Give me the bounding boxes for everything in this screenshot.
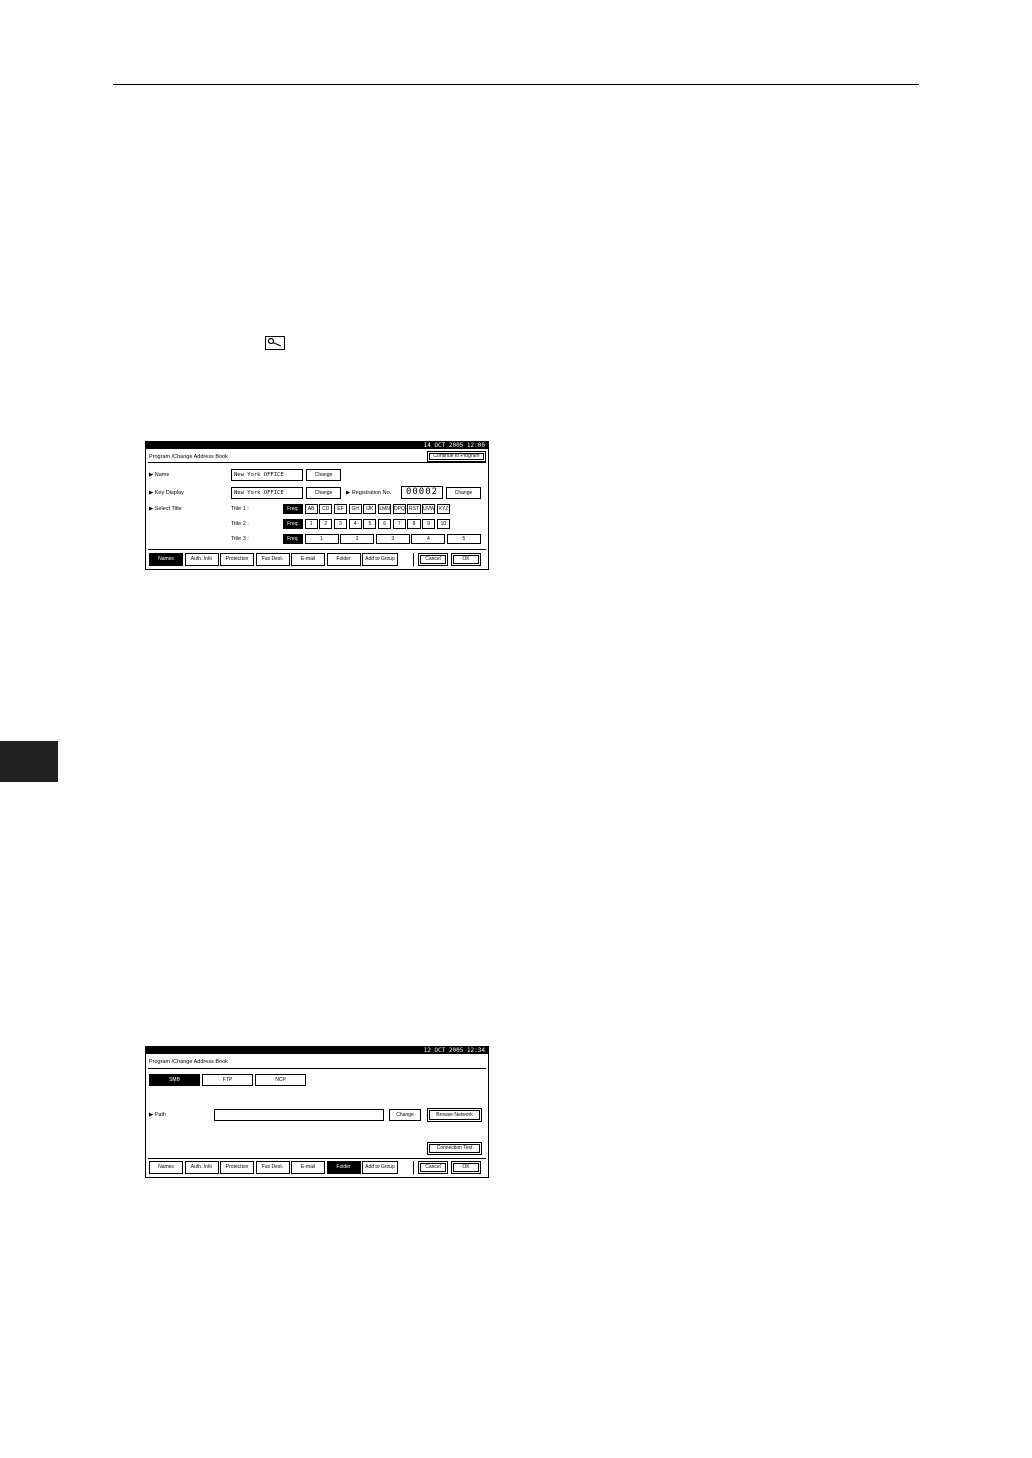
tab-separator (413, 1161, 414, 1174)
name-change-button[interactable]: Change (306, 469, 341, 481)
title-3-key-freq[interactable]: Freq. (283, 534, 303, 544)
datetime-bar: 12 OCT 2005 12:34 (146, 1047, 488, 1054)
tab-folder[interactable]: Folder (326, 553, 361, 566)
tab-add-to-group[interactable]: Add to Group (362, 553, 398, 566)
tab-e-mail[interactable]: E-mail (291, 553, 325, 566)
title-1-key-lmn[interactable]: LMN (378, 504, 392, 514)
connection-test-button[interactable]: Connection Test (427, 1142, 482, 1155)
title-3-key-5[interactable]: 5 (446, 534, 481, 544)
ok-button[interactable]: OK (451, 553, 481, 566)
title-1-key-cd[interactable]: CD (319, 504, 333, 514)
title-2-key-5[interactable]: 5 (363, 519, 377, 529)
ok-button[interactable]: OK (451, 1161, 481, 1174)
key-display-field[interactable]: New York OFFICE (231, 487, 303, 499)
header-rule (113, 84, 919, 85)
registration-no-label: ▶ Registration No. (346, 490, 392, 496)
chapter-tab (0, 741, 58, 782)
path-change-button[interactable]: Change (389, 1109, 421, 1121)
title-2-key-4[interactable]: 4 (348, 519, 362, 529)
title-2-key-9[interactable]: 9 (422, 519, 436, 529)
tab-divider (148, 1158, 486, 1159)
title-2-key-8[interactable]: 8 (407, 519, 421, 529)
browse-network-button[interactable]: Browse Network (427, 1108, 482, 1122)
tab-auth-info[interactable]: Auth. Info (184, 553, 219, 566)
title-2-key-freq[interactable]: Freq. (283, 519, 303, 529)
path-field[interactable] (214, 1109, 384, 1121)
tab-auth-info[interactable]: Auth. Info (184, 1161, 219, 1174)
title-1-key-ab[interactable]: AB (304, 504, 318, 514)
title-divider (148, 1068, 486, 1069)
tab-folder[interactable]: Folder (326, 1161, 361, 1174)
title-1-key-ef[interactable]: EF (333, 504, 348, 514)
path-label: ▶ Path (149, 1112, 167, 1118)
title-1-key-opq[interactable]: OPQ (392, 504, 406, 514)
title-1-key-uvw[interactable]: UVW (422, 504, 436, 514)
cancel-button[interactable]: Cancel (418, 553, 448, 566)
title-3-key-4[interactable]: 4 (411, 534, 446, 544)
screen-title: Program /Change Address Book (149, 1059, 228, 1065)
title-1-label: Title 1 : (231, 506, 249, 512)
tab-fax-dest[interactable]: Fax Dest. (255, 553, 290, 566)
name-label: ▶ Name (149, 472, 170, 478)
select-title-label: ▶ Select Title (149, 506, 182, 512)
title-3-key-3[interactable]: 3 (375, 534, 410, 544)
title-2-key-1[interactable]: 1 (304, 519, 318, 529)
registration-no-display: 00002 (401, 486, 443, 499)
title-3-key-1[interactable]: 1 (304, 534, 339, 544)
tab-add-to-group[interactable]: Add to Group (362, 1161, 398, 1174)
title-1-key-freq[interactable]: Freq. (283, 504, 303, 514)
title-2-key-6[interactable]: 6 (378, 519, 392, 529)
tab-protection[interactable]: Protection (220, 553, 254, 566)
cancel-button[interactable]: Cancel (418, 1161, 448, 1174)
title-1-key-xyz[interactable]: XYZ (436, 504, 450, 514)
key-display-label: ▶ Key Display (149, 490, 184, 496)
datetime-bar: 14 OCT 2005 12:00 (146, 442, 488, 449)
tab-names[interactable]: Names (149, 1161, 183, 1174)
continue-to-program-button[interactable]: Continue to Program (427, 451, 486, 462)
title-2-key-7[interactable]: 7 (392, 519, 406, 529)
tab-e-mail[interactable]: E-mail (291, 1161, 325, 1174)
protocol-ftp[interactable]: FTP (202, 1074, 253, 1086)
tab-fax-dest[interactable]: Fax Dest. (255, 1161, 290, 1174)
title-2-label: Title 2 : (231, 521, 249, 527)
screen-title: Program /Change Address Book (149, 454, 228, 460)
registration-no-change-button[interactable]: Change (446, 487, 481, 499)
title-3-label: Title 3 : (231, 536, 249, 542)
title-3-key-2[interactable]: 2 (340, 534, 375, 544)
title-2-key-3[interactable]: 3 (333, 519, 348, 529)
tab-protection[interactable]: Protection (220, 1161, 254, 1174)
address-book-folder-screen: 12 OCT 2005 12:34 Program /Change Addres… (145, 1046, 489, 1178)
name-field[interactable]: New York OFFICE (231, 469, 303, 481)
title-2-key-10[interactable]: 10 (436, 519, 450, 529)
title-2-key-2[interactable]: 2 (319, 519, 333, 529)
title-1-key-rst[interactable]: RST (407, 504, 421, 514)
title-1-key-gh[interactable]: GH (348, 504, 362, 514)
address-book-names-screen: 14 OCT 2005 12:00 Program /Change Addres… (145, 441, 489, 570)
tab-names[interactable]: Names (149, 553, 183, 566)
user-tools-key-icon (265, 336, 285, 350)
tab-separator (413, 553, 414, 566)
protocol-smb[interactable]: SMB (149, 1074, 200, 1086)
key-display-change-button[interactable]: Change (306, 487, 341, 499)
protocol-ncp[interactable]: NCP (255, 1074, 306, 1086)
title-divider (148, 462, 486, 463)
title-1-key-ijk[interactable]: IJK (363, 504, 377, 514)
tab-divider (148, 549, 486, 550)
